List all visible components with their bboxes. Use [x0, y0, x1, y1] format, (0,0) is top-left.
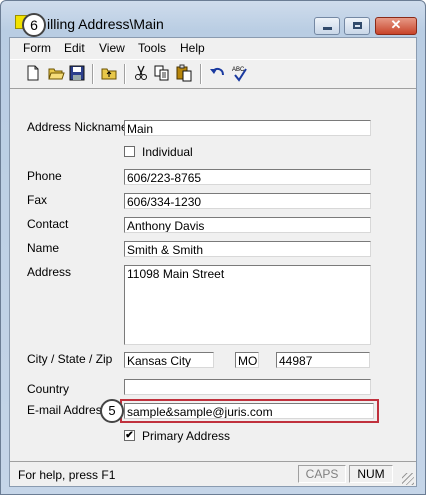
step-badge-5: 5 [100, 399, 124, 423]
individual-checkbox[interactable] [124, 146, 135, 157]
menu-tools[interactable]: Tools [138, 41, 166, 55]
save-icon[interactable] [68, 64, 86, 82]
spellcheck-icon[interactable]: ABC [231, 64, 249, 82]
title-bar[interactable]: 6 illing Address\Main ✕ [1, 1, 425, 37]
new-icon[interactable] [24, 64, 42, 82]
menu-view[interactable]: View [99, 41, 125, 55]
undo-icon[interactable] [208, 64, 226, 82]
primary-address-checkbox[interactable]: ✔ [124, 430, 135, 441]
city-state-zip-label: City / State / Zip [27, 352, 113, 366]
menu-help[interactable]: Help [180, 41, 205, 55]
fax-field[interactable]: 606/334-1230 [124, 193, 371, 209]
num-indicator: NUM [349, 465, 393, 483]
up-folder-icon[interactable] [100, 64, 118, 82]
address-field[interactable]: 11098 Main Street [124, 265, 371, 345]
nickname-label: Address Nickname [27, 120, 128, 134]
status-bar: For help, press F1 CAPS NUM [10, 461, 416, 487]
zip-field[interactable]: 44987 [276, 352, 370, 368]
country-field[interactable] [124, 379, 371, 395]
primary-address-label: Primary Address [142, 429, 231, 443]
individual-label: Individual [142, 145, 193, 159]
close-icon: ✕ [390, 17, 402, 32]
status-help-text: For help, press F1 [18, 468, 116, 482]
billing-address-window: 6 illing Address\Main ✕ Form Edit View T… [0, 0, 426, 495]
nickname-field[interactable]: Main [124, 120, 371, 136]
maximize-button[interactable] [344, 17, 370, 35]
menu-form[interactable]: Form [23, 41, 51, 55]
minimize-button[interactable] [314, 17, 340, 35]
name-field[interactable]: Smith & Smith [124, 241, 371, 257]
contact-label: Contact [27, 217, 69, 231]
address-form: Address Nickname Main Individual Phone 6… [10, 89, 416, 457]
phone-field[interactable]: 606/223-8765 [124, 169, 371, 185]
open-icon[interactable] [47, 64, 65, 82]
minimize-icon [323, 27, 332, 30]
contact-field[interactable]: Anthony Davis [124, 217, 371, 233]
caps-indicator: CAPS [298, 465, 346, 483]
email-label: E-mail Address [27, 403, 108, 417]
menu-edit[interactable]: Edit [64, 41, 85, 55]
copy-icon[interactable] [153, 64, 171, 82]
cut-icon[interactable] [132, 64, 150, 82]
step-badge-6: 6 [22, 13, 46, 37]
name-label: Name [27, 241, 60, 255]
close-button[interactable]: ✕ [375, 17, 417, 35]
window-title: illing Address\Main [47, 16, 164, 32]
email-field[interactable]: sample&sample@juris.com [124, 403, 374, 419]
resize-grip-icon[interactable] [402, 473, 414, 485]
fax-label: Fax [27, 193, 48, 207]
address-label: Address [27, 265, 72, 279]
toolbar: ABC [10, 59, 416, 89]
phone-label: Phone [27, 169, 62, 183]
state-field[interactable]: MO [235, 352, 259, 368]
maximize-icon [353, 22, 362, 29]
client-area: Form Edit View Tools Help ABC Address Ni… [9, 37, 417, 487]
paste-icon[interactable] [175, 64, 193, 82]
city-field[interactable]: Kansas City [124, 352, 214, 368]
country-label: Country [27, 382, 70, 396]
menu-bar: Form Edit View Tools Help [10, 38, 416, 58]
